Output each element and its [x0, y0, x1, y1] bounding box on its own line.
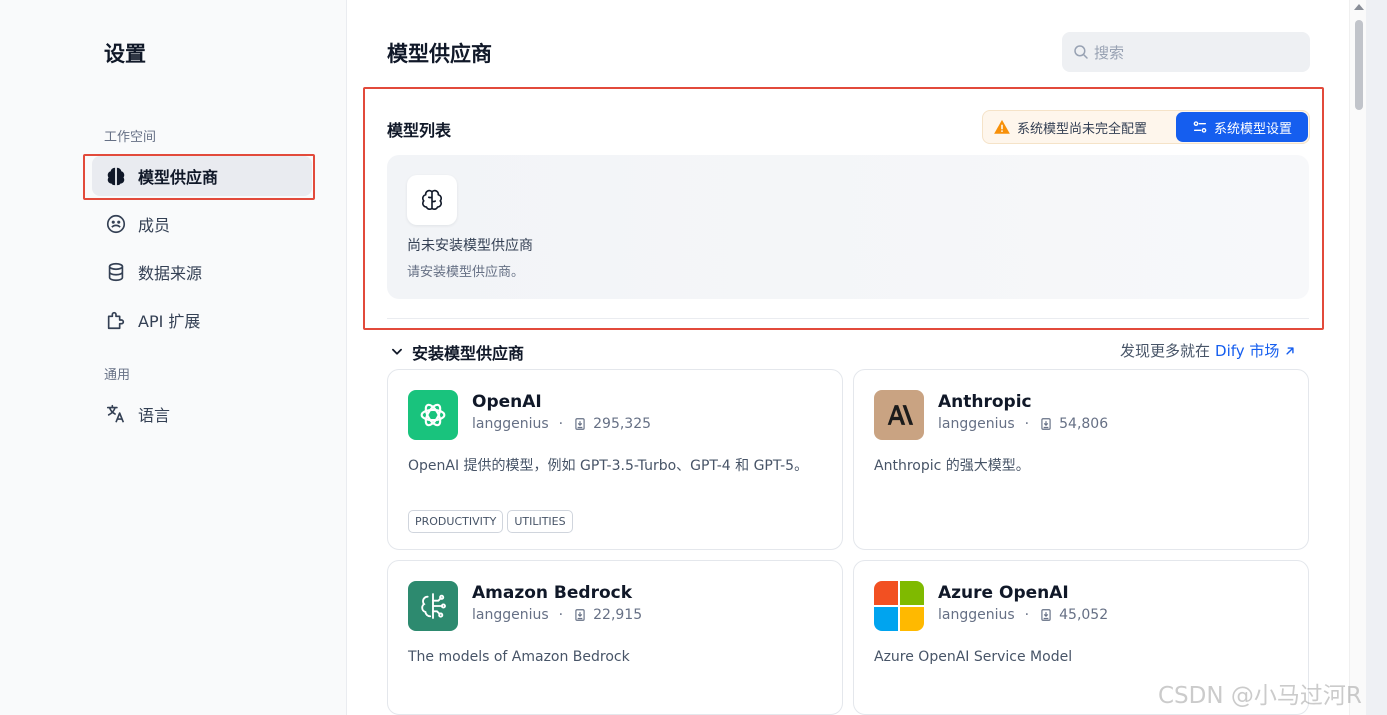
- sidebar-item-model-provider[interactable]: 模型供应商: [92, 156, 312, 196]
- sidebar-item-language[interactable]: 语言: [92, 394, 312, 434]
- marketplace-prefix: 发现更多就在: [1120, 342, 1211, 360]
- page-title: 模型供应商: [387, 42, 492, 66]
- openai-logo-icon: [408, 390, 458, 440]
- provider-meta: langgenius · 22,915: [472, 607, 643, 623]
- provider-description: The models of Amazon Bedrock: [408, 649, 630, 665]
- provider-author: langgenius: [472, 416, 549, 432]
- provider-description: OpenAI 提供的模型，例如 GPT-3.5-Turbo、GPT-4 和 GP…: [408, 458, 809, 474]
- provider-author: langgenius: [938, 607, 1015, 623]
- puzzle-icon: [104, 308, 128, 332]
- sidebar-item-label: 数据来源: [138, 264, 203, 283]
- scrollbar-thumb[interactable]: [1355, 20, 1363, 110]
- install-count-icon: [575, 609, 585, 621]
- section-divider: [387, 318, 1309, 319]
- group-label-general: 通用: [104, 368, 131, 383]
- search-icon: [1074, 45, 1088, 59]
- sliders-icon: [1193, 121, 1207, 133]
- sidebar-item-data-source[interactable]: 数据来源: [92, 252, 312, 292]
- model-list-title: 模型列表: [387, 121, 452, 140]
- marketplace-link[interactable]: 发现更多就在 Dify 市场: [1120, 340, 1297, 361]
- install-count-icon: [1041, 609, 1051, 621]
- sidebar-item-label: 成员: [138, 216, 171, 235]
- tag-utilities: UTILITIES: [507, 510, 573, 533]
- empty-subtitle: 请安装模型供应商。: [407, 265, 525, 280]
- provider-meta: langgenius · 295,325: [472, 416, 652, 432]
- sidebar-item-label: 模型供应商: [138, 168, 219, 187]
- provider-installs: 54,806: [1059, 416, 1109, 432]
- provider-name: Azure OpenAI: [938, 583, 1069, 603]
- install-count-icon: [1041, 418, 1051, 430]
- provider-tags: PRODUCTIVITY UTILITIES: [408, 510, 573, 533]
- provider-installs: 45,052: [1059, 607, 1109, 623]
- system-model-settings-button[interactable]: 系统模型设置: [1176, 112, 1308, 142]
- marketplace-link-text: Dify 市场: [1215, 342, 1280, 360]
- provider-name: OpenAI: [472, 392, 542, 412]
- provider-author: langgenius: [472, 607, 549, 623]
- chevron-down-icon: [392, 348, 402, 355]
- empty-state: 尚未安装模型供应商 请安装模型供应商。: [387, 155, 1309, 299]
- database-icon: [104, 260, 128, 284]
- install-count-icon: [575, 418, 585, 430]
- scroll-up-arrow-icon[interactable]: [1354, 4, 1364, 10]
- anthropic-logo-icon: [874, 390, 924, 440]
- install-providers-toggle[interactable]: 安装模型供应商: [390, 340, 524, 364]
- search-placeholder: 搜索: [1094, 43, 1125, 62]
- empty-title: 尚未安装模型供应商: [407, 238, 533, 254]
- microsoft-logo-icon: [874, 581, 924, 631]
- provider-card-amazon-bedrock[interactable]: Amazon Bedrock langgenius · 22,915 The m…: [387, 560, 843, 715]
- settings-sidebar: 设置 工作空间 模型供应商 成员 数据来源 API 扩展 通用 语言: [0, 0, 347, 715]
- scrollbar[interactable]: [1349, 0, 1366, 715]
- warning-text: 系统模型尚未完全配置: [1017, 121, 1148, 137]
- provider-description: Anthropic 的强大模型。: [874, 458, 1030, 474]
- watermark: CSDN @小马过河R: [1158, 683, 1362, 709]
- sidebar-title: 设置: [104, 42, 146, 66]
- sidebar-item-members[interactable]: 成员: [92, 204, 312, 244]
- search-input[interactable]: 搜索: [1062, 32, 1310, 72]
- provider-description: Azure OpenAI Service Model: [874, 649, 1073, 665]
- bedrock-logo-icon: [408, 581, 458, 631]
- settings-dialog: 设置 工作空间 模型供应商 成员 数据来源 API 扩展 通用 语言 模型供应商…: [0, 0, 1366, 715]
- system-model-settings-label: 系统模型设置: [1213, 121, 1292, 137]
- members-icon: [104, 212, 128, 236]
- brain-icon: [104, 164, 128, 188]
- sidebar-item-label: API 扩展: [138, 312, 201, 331]
- translate-icon: [104, 402, 128, 426]
- provider-installs: 22,915: [593, 607, 643, 623]
- provider-meta: langgenius · 45,052: [938, 607, 1109, 623]
- sidebar-item-api-extension[interactable]: API 扩展: [92, 300, 312, 340]
- tag-productivity: PRODUCTIVITY: [408, 510, 504, 533]
- provider-card-openai[interactable]: OpenAI langgenius · 295,325 OpenAI 提供的模型…: [387, 369, 843, 550]
- warning-icon: [994, 119, 1010, 134]
- brain-outline-icon: [407, 175, 457, 225]
- group-label-workspace: 工作空间: [104, 130, 157, 145]
- provider-meta: langgenius · 54,806: [938, 416, 1109, 432]
- provider-installs: 295,325: [593, 416, 652, 432]
- provider-card-anthropic[interactable]: Anthropic langgenius · 54,806 Anthropic …: [853, 369, 1309, 550]
- external-link-icon: [1286, 346, 1295, 355]
- sidebar-item-label: 语言: [138, 406, 171, 425]
- install-providers-title: 安装模型供应商: [412, 344, 525, 363]
- provider-author: langgenius: [938, 416, 1015, 432]
- provider-name: Anthropic: [938, 392, 1032, 412]
- provider-name: Amazon Bedrock: [472, 583, 633, 603]
